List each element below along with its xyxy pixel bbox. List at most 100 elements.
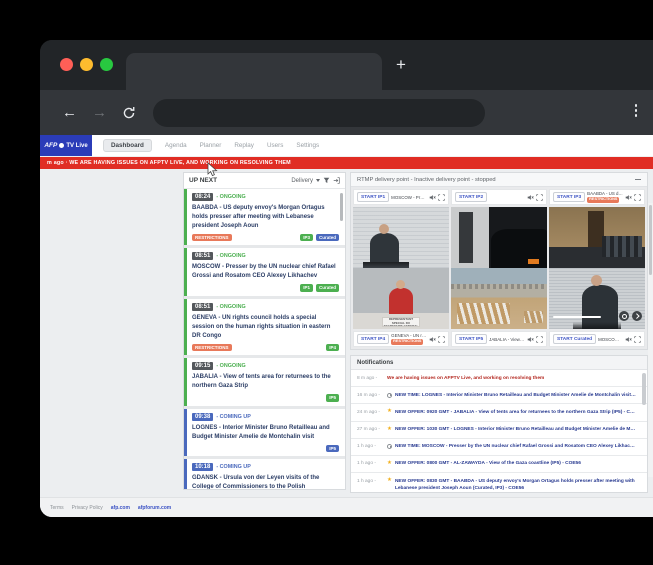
zoom-window-button[interactable]	[100, 58, 113, 71]
player-gear-icon[interactable]	[619, 311, 629, 321]
chevron-down-icon	[316, 179, 320, 182]
notification-text: NEW TIME: MOSCOW - Presser by the UN nuc…	[395, 443, 637, 450]
nav-tab[interactable]: Planner	[200, 142, 222, 149]
event-list-item[interactable]: 09:15 - ONGOING JABALIA - View of tents …	[184, 358, 345, 405]
nav-tab[interactable]: Users	[267, 142, 283, 149]
event-list-item[interactable]: 08:24 - ONGOING BAABDA - US deputy envoy…	[184, 189, 345, 245]
notification-row[interactable]: 1 h ago - ★ NEW OFFER: 0830 GMT - BAABDA…	[351, 473, 647, 493]
video-thumbnail[interactable]	[549, 207, 645, 268]
notification-row[interactable]: 1 h ago - NEW TIME: MOSCOW - Presser by …	[351, 439, 647, 456]
notification-text: NEW OFFER: 0920 GMT - JABALIA - View of …	[395, 409, 637, 416]
notification-time: 1 h ago -	[357, 478, 384, 485]
event-list-item[interactable]: 08:51 - ONGOING GENEVA - UN rights counc…	[184, 299, 345, 355]
filter-funnel-icon[interactable]	[323, 177, 330, 184]
event-time-badge: 09:15	[192, 362, 213, 370]
alert-banner[interactable]: m ago · WE ARE HAVING ISSUES ON AFPTV LI…	[40, 157, 653, 169]
notification-row[interactable]: 16 m ago - NEW TIME: LOGNES - Interior M…	[351, 387, 647, 404]
muted-speaker-icon[interactable]	[527, 336, 534, 343]
main-nav: Dashboard Agenda Planner Replay Users Se…	[92, 135, 319, 156]
delivery-cell-label: START IP3 BAABDA - US deputy en... RESTR…	[549, 189, 645, 205]
minimize-panel-icon[interactable]	[635, 179, 641, 181]
notifications-title: Notifications	[357, 360, 393, 366]
fullscreen-icon[interactable]	[536, 194, 543, 201]
footer-link[interactable]: afp.com	[111, 505, 130, 511]
delivery-filter[interactable]: Delivery	[291, 177, 340, 184]
delivery-cell-label: START IP5 JABALIA - View of tents ...	[451, 331, 547, 347]
event-title: BAABDA - US deputy envoy's Morgan Ortagu…	[192, 204, 339, 231]
start-button[interactable]: START IP2	[455, 192, 487, 202]
muted-speaker-icon[interactable]	[625, 194, 632, 201]
footer-link[interactable]: Privacy Policy	[72, 505, 103, 511]
delivery-cell-label: START IP1 MOSCOW - Presser by t...	[353, 189, 449, 205]
fullscreen-icon[interactable]	[438, 194, 445, 201]
delivery-cell-label: START IP4 GENEVA - UN rights cou... REST…	[353, 331, 449, 347]
event-list-item[interactable]: 09:38 - COMING UP LOGNES - Interior Mini…	[184, 409, 345, 456]
event-time-badge: 09:38	[192, 413, 213, 421]
muted-speaker-icon[interactable]	[429, 336, 436, 343]
muted-speaker-icon[interactable]	[429, 194, 436, 201]
brand-afp: AFP	[44, 142, 57, 149]
up-next-scrollbar[interactable]	[340, 193, 343, 221]
video-thumbnail[interactable]	[549, 268, 645, 329]
start-button[interactable]: START IP3	[553, 192, 585, 202]
video-thumbnail[interactable]: REPRESENTANT SPECIAL DU SECRETAIRE GENER…	[353, 268, 449, 329]
nav-tab[interactable]: Settings	[296, 142, 319, 149]
alert-text: m ago · WE ARE HAVING ISSUES ON AFPTV LI…	[47, 160, 291, 166]
delivery-cell-label: START Curated MOSCOW - Pres...	[549, 331, 645, 347]
notifications-header: Notifications	[351, 356, 647, 370]
notification-text: We are having issues on AFPTV Live, and …	[387, 375, 637, 382]
muted-speaker-icon[interactable]	[527, 194, 534, 201]
video-thumbnail[interactable]	[451, 268, 547, 329]
new-tab-icon[interactable]: +	[396, 54, 406, 76]
notification-text: NEW OFFER: 1030 GMT - LOGNES - Interior …	[395, 426, 637, 433]
forward-icon[interactable]: →	[92, 105, 107, 120]
page-scrollbar[interactable]	[648, 203, 653, 477]
event-list-item[interactable]: 10:18 - COMING UP GDANSK - Ursula von de…	[184, 459, 345, 489]
event-badge: IP4	[326, 344, 339, 351]
minimize-window-button[interactable]	[80, 58, 93, 71]
video-thumbnail[interactable]	[353, 207, 449, 268]
event-list-item[interactable]: 08:51 - ONGOING MOSCOW - Presser by the …	[184, 248, 345, 295]
up-next-panel: UP NEXT Delivery	[183, 172, 346, 490]
browser-menu-icon[interactable]	[635, 104, 638, 117]
afp-tv-live-logo[interactable]: AFP TV Live	[40, 135, 92, 156]
fullscreen-icon[interactable]	[438, 336, 445, 343]
event-status: - ONGOING	[216, 194, 245, 200]
nav-tab[interactable]: Dashboard	[103, 139, 152, 152]
fullscreen-icon[interactable]	[536, 336, 543, 343]
player-next-icon[interactable]	[632, 311, 642, 321]
back-icon[interactable]: ←	[62, 105, 77, 120]
event-badge: IP1	[300, 284, 313, 291]
event-time-badge: 08:51	[192, 303, 213, 311]
start-button[interactable]: START Curated	[553, 334, 596, 344]
address-bar[interactable]	[153, 99, 485, 127]
fullscreen-icon[interactable]	[634, 194, 641, 201]
footer-link[interactable]: afpforum.com	[138, 505, 171, 511]
event-badge: Curated	[316, 284, 339, 291]
notification-row[interactable]: 1 h ago - ★ NEW OFFER: 0800 GMT - AL-ZAW…	[351, 456, 647, 473]
notification-row[interactable]: 24 m ago - ★ NEW OFFER: 0920 GMT - JABAL…	[351, 404, 647, 421]
notifications-scrollbar[interactable]	[642, 373, 646, 405]
delivery-cell-label: START IP2	[451, 189, 547, 205]
collapse-panel-icon[interactable]	[333, 177, 340, 184]
notification-row[interactable]: 27 m ago - ★ NEW OFFER: 1030 GMT - LOGNE…	[351, 422, 647, 439]
start-button[interactable]: START IP4	[357, 334, 389, 344]
muted-speaker-icon[interactable]	[625, 336, 632, 343]
video-thumbnail[interactable]	[451, 207, 547, 268]
browser-tab[interactable]	[126, 53, 382, 90]
event-status: - COMING UP	[216, 414, 250, 420]
nav-tab[interactable]: Agenda	[165, 142, 187, 149]
delivery-filter-label: Delivery	[291, 178, 313, 184]
nav-tab[interactable]: Replay	[234, 142, 254, 149]
reload-icon[interactable]	[122, 106, 136, 120]
fullscreen-icon[interactable]	[634, 336, 641, 343]
start-button[interactable]: START IP1	[357, 192, 389, 202]
event-badges: IP1 Curated	[192, 284, 339, 291]
close-window-button[interactable]	[60, 58, 73, 71]
delivery-video-row-bottom: REPRESENTANT SPECIAL DU SECRETAIRE GENER…	[351, 268, 647, 329]
notifications-list: 8 m ago - We are having issues on AFPTV …	[351, 370, 647, 493]
notification-row[interactable]: 8 m ago - We are having issues on AFPTV …	[351, 370, 647, 387]
footer-link[interactable]: Terms	[50, 505, 64, 511]
video-seek-bar[interactable]	[553, 316, 601, 318]
start-button[interactable]: START IP5	[455, 334, 487, 344]
